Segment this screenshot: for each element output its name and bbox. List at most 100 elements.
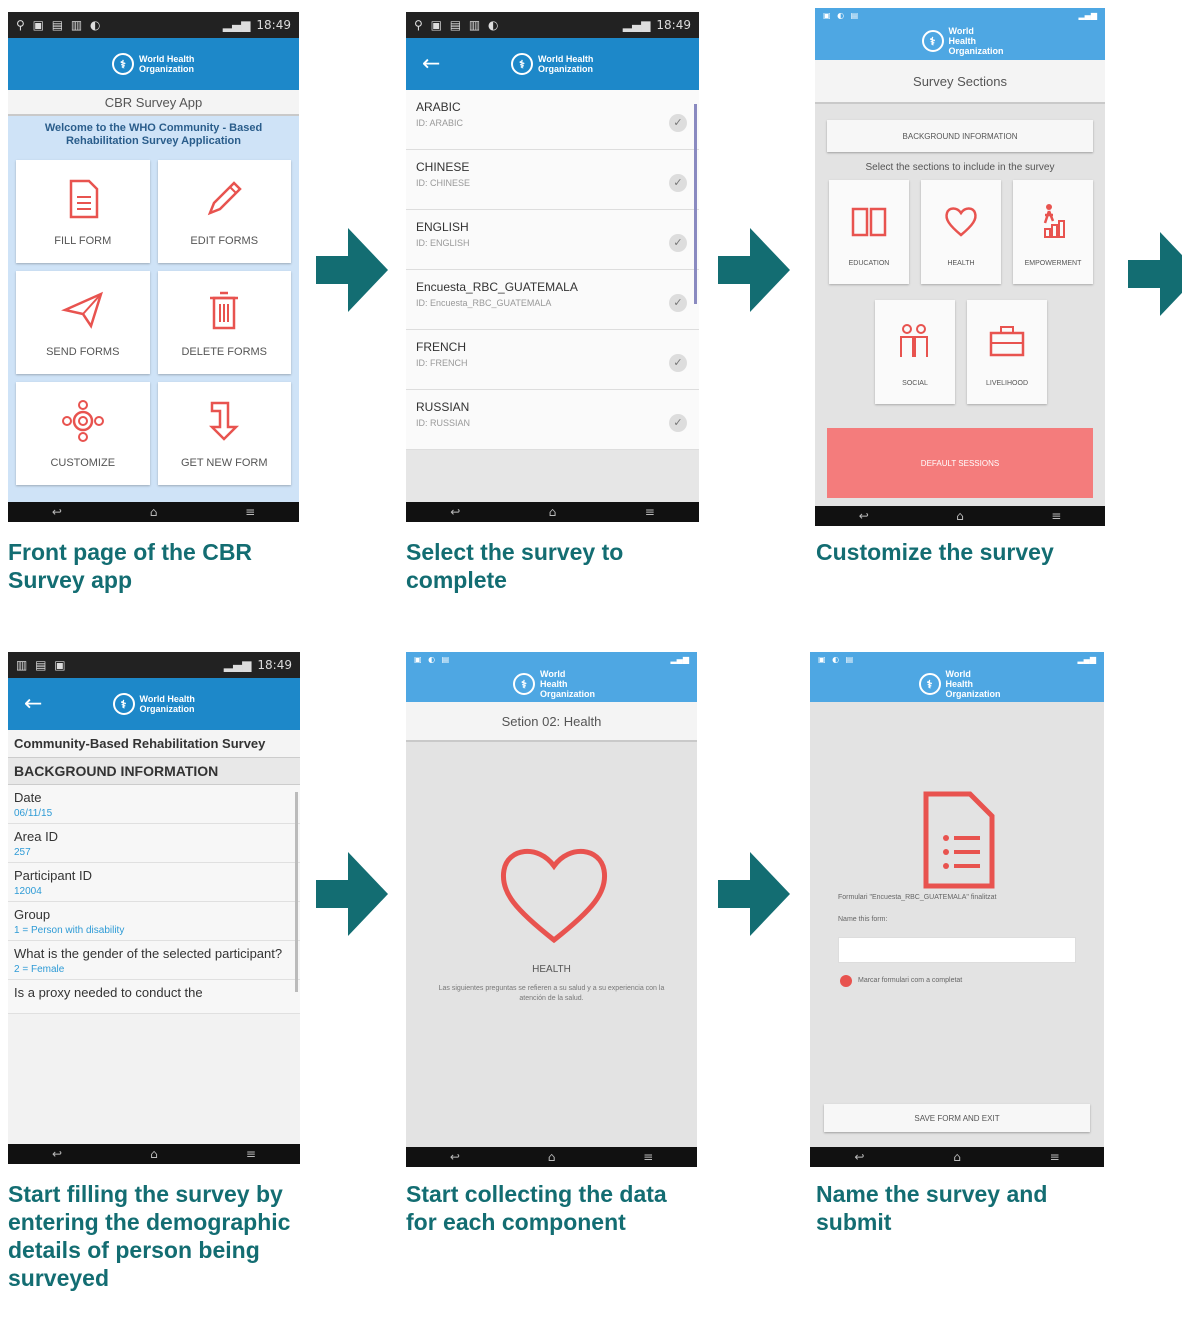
fill-form-button[interactable]: FILL FORM: [16, 160, 150, 263]
check-icon: ✓: [669, 234, 687, 252]
home-nav-icon[interactable]: ⌂: [150, 505, 158, 519]
field-date[interactable]: Date 06/11/15: [8, 785, 300, 824]
menu-nav-icon[interactable]: ≡: [643, 1150, 653, 1164]
signal-icon: ▂▄▆: [223, 658, 252, 672]
answer-value: 2 = Female: [14, 964, 65, 975]
empowerment-icon: [1043, 204, 1065, 239]
menu-nav-icon[interactable]: ≡: [245, 505, 255, 519]
who-logo: ⚕ World Health Organization: [921, 26, 1004, 56]
survey-id: ID: CHINESE: [416, 178, 471, 188]
list-item[interactable]: Encuesta_RBC_GUATEMALA ID: Encuesta_RBC_G…: [406, 270, 699, 330]
status-bar: ▥ ▤ ▣ ▂▄▆ 18:49: [8, 652, 300, 678]
section-label: SOCIAL: [902, 379, 928, 387]
who-emblem-icon: ⚕: [511, 53, 533, 75]
survey-id: ID: ENGLISH: [416, 238, 470, 248]
home-nav-icon[interactable]: ⌂: [150, 1147, 158, 1161]
scrollbar[interactable]: [295, 792, 298, 992]
app-bar: ← ⚕ World Health Organization: [406, 38, 699, 90]
home-nav-icon[interactable]: ⌂: [956, 509, 964, 523]
app-bar: ⚕ World Health Organization: [810, 666, 1104, 702]
list-item[interactable]: ENGLISH ID: ENGLISH ✓: [406, 210, 699, 270]
survey-name: Encuesta_RBC_GUATEMALA: [416, 280, 578, 294]
who-emblem-icon: ⚕: [921, 30, 944, 52]
back-arrow-icon[interactable]: ←: [422, 52, 440, 77]
flow-arrow-4: [316, 852, 388, 936]
section-empowerment[interactable]: EMPOWERMENT: [1013, 180, 1093, 284]
list-item[interactable]: CHINESE ID: CHINESE ✓: [406, 150, 699, 210]
caption-fill-survey: Start filling the survey by entering the…: [8, 1181, 291, 1291]
clock: 18:49: [257, 658, 292, 672]
who-emblem-icon: ⚕: [112, 693, 135, 715]
answer-value: 12004: [14, 886, 42, 897]
list-item[interactable]: RUSSIAN ID: RUSSIAN ✓: [406, 390, 699, 450]
survey-name: CHINESE: [416, 160, 470, 174]
field-gender[interactable]: What is the gender of the selected parti…: [8, 941, 300, 980]
send-forms-button[interactable]: SEND FORMS: [16, 271, 150, 374]
list-item[interactable]: ARABIC ID: ARABIC ✓: [406, 90, 699, 150]
who-logo: ⚕ World Health Organization: [112, 53, 195, 75]
section-education[interactable]: EDUCATION: [829, 180, 909, 284]
menu-nav-icon[interactable]: ≡: [645, 505, 655, 519]
survey-id: ID: ARABIC: [416, 118, 464, 128]
form-finalized-text: Formulari "Encuesta_RBC_GUATEMALA" final…: [838, 894, 997, 901]
clock: 18:49: [256, 18, 291, 32]
field-proxy[interactable]: Is a proxy needed to conduct the: [8, 980, 300, 1014]
page-title: Setion 02: Health: [406, 702, 697, 742]
signal-icon: ▂▄▆: [1078, 10, 1097, 20]
menu-nav-icon[interactable]: ≡: [246, 1147, 256, 1161]
delete-forms-button[interactable]: DELETE FORMS: [157, 271, 291, 374]
back-nav-icon[interactable]: ↩: [854, 1150, 864, 1164]
list-item[interactable]: FRENCH ID: FRENCH ✓: [406, 330, 699, 390]
back-nav-icon[interactable]: ↩: [450, 1150, 460, 1164]
back-nav-icon[interactable]: ↩: [450, 505, 460, 519]
section-label: EMPOWERMENT: [1024, 259, 1082, 267]
status-bar: ⚲ ▣ ▤ ▥ ◐ ▂▄▆ 18:49: [406, 12, 699, 38]
mark-complete-checkbox[interactable]: [840, 975, 852, 987]
field-area-id[interactable]: Area ID 257: [8, 824, 300, 863]
customize-button[interactable]: CUSTOMIZE: [16, 382, 150, 485]
default-sessions-button[interactable]: DEFAULT SESSIONS: [827, 428, 1093, 498]
section-social[interactable]: SOCIAL: [875, 300, 955, 404]
back-nav-icon[interactable]: ↩: [52, 1147, 62, 1161]
home-nav-icon[interactable]: ⌂: [549, 505, 557, 519]
back-arrow-icon[interactable]: ←: [24, 692, 42, 717]
home-nav-icon[interactable]: ⌂: [953, 1150, 961, 1164]
document-icon: [923, 791, 995, 889]
section-health[interactable]: HEALTH: [921, 180, 1001, 284]
name-form-label: Name this form:: [838, 916, 888, 923]
edit-forms-button[interactable]: EDIT FORMS: [157, 160, 291, 263]
scrollbar[interactable]: [694, 104, 697, 304]
field-participant-id[interactable]: Participant ID 12004: [8, 863, 300, 902]
background-information-button[interactable]: BACKGROUND INFORMATION: [827, 120, 1093, 152]
heart-icon: [500, 848, 608, 944]
menu-nav-icon[interactable]: ≡: [1051, 509, 1061, 523]
who-logo-text: World Health Organization: [139, 54, 195, 74]
android-nav-bar: ↩ ⌂ ≡: [810, 1147, 1104, 1167]
back-nav-icon[interactable]: ↩: [859, 509, 869, 523]
paper-plane-icon: [60, 291, 103, 329]
save-form-button[interactable]: SAVE FORM AND EXIT: [824, 1104, 1090, 1132]
status-bar: ▣ ◐ ▤ ▂▄▆: [815, 8, 1105, 22]
survey-id: ID: Encuesta_RBC_GUATEMALA: [416, 298, 552, 308]
back-nav-icon[interactable]: ↩: [52, 505, 62, 519]
get-new-form-button[interactable]: GET NEW FORM: [157, 382, 291, 485]
menu-nav-icon[interactable]: ≡: [1050, 1150, 1060, 1164]
screen-customize: ▣ ◐ ▤ ▂▄▆ ⚕ World Health Organization Surv…: [815, 8, 1105, 526]
home-nav-icon[interactable]: ⌂: [548, 1150, 556, 1164]
section-label: EDUCATION: [848, 259, 890, 267]
who-emblem-icon: ⚕: [918, 673, 941, 695]
caption-front-page: Front page of the CBR Survey app: [8, 539, 253, 593]
section-livelihood[interactable]: LIVELIHOOD: [967, 300, 1047, 404]
android-nav-bar: ↩ ⌂ ≡: [815, 506, 1105, 526]
status-bar: ▣ ◐ ▤ ▂▄▆: [810, 652, 1104, 666]
gears-icon: [61, 399, 104, 442]
notification-icons: ▥ ▤ ▣: [16, 658, 68, 672]
default-sessions-label: DEFAULT SESSIONS: [920, 458, 1000, 468]
people-icon: [900, 324, 928, 358]
form-name-input[interactable]: [838, 937, 1076, 963]
pencil-icon: [208, 180, 243, 215]
menu-grid: FILL FORM EDIT FORMS SEND FORMS DELETE F…: [8, 156, 299, 485]
field-group[interactable]: Group 1 = Person with disability: [8, 902, 300, 941]
who-emblem-icon: ⚕: [513, 673, 535, 695]
welcome-text: Welcome to the WHO Community - Based Reh…: [8, 116, 299, 156]
